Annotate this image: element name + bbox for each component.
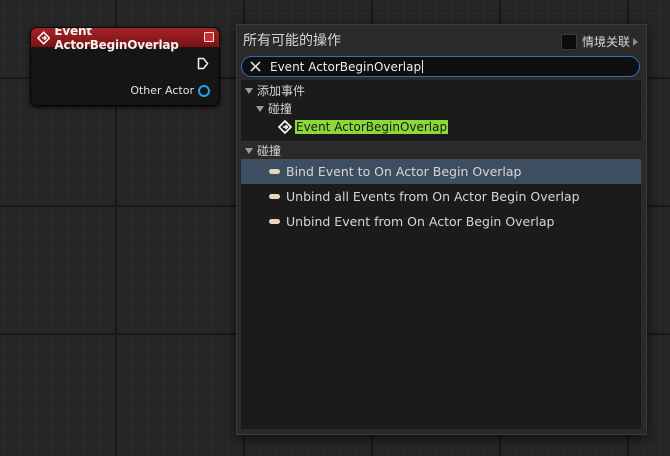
other-actor-pin-row: Other Actor — [130, 84, 210, 97]
event-diamond-icon — [37, 30, 51, 45]
node-header[interactable]: Event ActorBeginOverlap — [31, 28, 219, 52]
checkbox[interactable] — [560, 33, 577, 50]
collapse-triangle-icon[interactable] — [245, 87, 253, 94]
action-label: Unbind Event from On Actor Begin Overlap — [286, 214, 555, 229]
delegate-pill-icon — [269, 194, 280, 199]
search-field[interactable]: Event ActorBeginOverlap — [241, 56, 640, 77]
action-item-unbind-all[interactable]: Unbind all Events from On Actor Begin Ov… — [241, 184, 641, 209]
event-node[interactable]: Event ActorBeginOverlap Other Actor — [30, 27, 220, 106]
category-collision-actions[interactable]: 碰撞 — [241, 141, 641, 159]
category-label: 碰撞 — [257, 144, 282, 158]
action-label: Bind Event to On Actor Begin Overlap — [286, 164, 522, 179]
menu-title: 所有可能的操作 — [243, 33, 341, 49]
event-diamond-icon — [278, 120, 292, 134]
matched-item-label: Event ActorBeginOverlap — [295, 120, 449, 134]
action-menu: 所有可能的操作 情境关联 Event ActorBeginOverlap 添加事… — [236, 24, 647, 435]
context-label: 情境关联 — [581, 35, 630, 49]
category-collision[interactable]: 碰撞 — [256, 100, 656, 117]
expand-arrow-icon[interactable] — [633, 37, 638, 46]
exec-output-pin-icon[interactable] — [197, 57, 209, 70]
event-actor-begin-overlap-item[interactable]: Event ActorBeginOverlap — [278, 120, 670, 134]
action-item-unbind-event[interactable]: Unbind Event from On Actor Begin Overlap — [241, 209, 641, 234]
collapse-triangle-icon[interactable] — [245, 147, 253, 154]
search-input[interactable]: Event ActorBeginOverlap — [270, 60, 421, 74]
collapse-triangle-icon[interactable] — [256, 105, 264, 112]
category-label: 添加事件 — [257, 84, 306, 98]
context-sensitive-toggle[interactable]: 情境关联 — [560, 33, 638, 50]
action-item-bind-event[interactable]: Bind Event to On Actor Begin Overlap — [241, 159, 641, 184]
object-pin-icon[interactable] — [198, 84, 210, 97]
menu-header: 所有可能的操作 情境关联 — [237, 25, 646, 55]
action-label: Unbind all Events from On Actor Begin Ov… — [286, 189, 580, 204]
action-list: 添加事件 碰撞 Event ActorBeginOverlap 碰撞 Bind … — [241, 80, 641, 429]
clear-search-icon[interactable] — [250, 61, 261, 72]
node-title: Event ActorBeginOverlap — [54, 27, 179, 52]
delegate-pill-icon — [269, 219, 280, 224]
delegate-pin-icon[interactable] — [204, 32, 214, 42]
category-add-event[interactable]: 添加事件 — [245, 82, 645, 99]
delegate-pill-icon — [269, 169, 280, 174]
pin-label: Other Actor — [130, 84, 194, 97]
category-label: 碰撞 — [268, 102, 293, 116]
text-caret — [422, 60, 424, 73]
